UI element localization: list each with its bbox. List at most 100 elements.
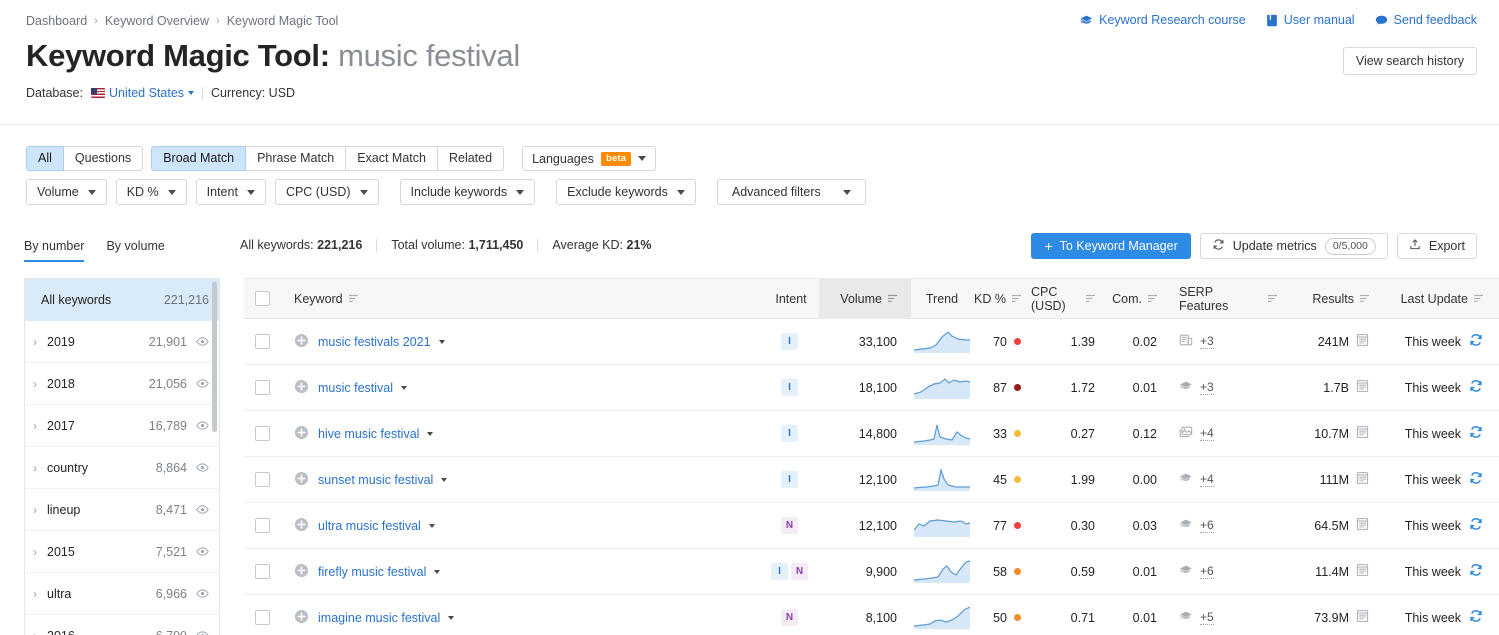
breadcrumb-item-dashboard[interactable]: Dashboard [26, 14, 87, 28]
languages-dropdown[interactable]: Languages beta [522, 146, 656, 171]
graduation-cap-icon[interactable] [1179, 563, 1193, 580]
serp-features-more[interactable]: +3 [1200, 380, 1214, 395]
serp-report-icon[interactable] [1356, 471, 1369, 488]
serp-report-icon[interactable] [1356, 333, 1369, 350]
keyword-link[interactable]: ultra music festival [318, 519, 421, 533]
sidebar-item-lineup[interactable]: › lineup 8,471 [25, 489, 219, 531]
row-checkbox[interactable] [255, 380, 270, 395]
breadcrumb-item-keyword-magic-tool[interactable]: Keyword Magic Tool [227, 14, 339, 28]
eye-icon[interactable] [196, 377, 209, 391]
column-header-keyword[interactable]: Keyword [280, 278, 763, 319]
user-manual-link[interactable]: User manual [1266, 13, 1355, 27]
filter-advanced[interactable]: Advanced filters [717, 179, 866, 205]
graduation-cap-icon[interactable] [1179, 471, 1193, 488]
intent-badge-I[interactable]: I [781, 471, 798, 488]
sidebar-tab-by-volume[interactable]: By volume [106, 239, 164, 262]
news-icon[interactable] [1179, 333, 1193, 350]
chevron-down-icon[interactable] [429, 524, 435, 528]
serp-report-icon[interactable] [1356, 517, 1369, 534]
row-checkbox[interactable] [255, 518, 270, 533]
serp-report-icon[interactable] [1356, 425, 1369, 442]
serp-features-more[interactable]: +5 [1200, 610, 1214, 625]
eye-icon[interactable] [196, 503, 209, 517]
refresh-icon[interactable] [1469, 517, 1483, 534]
eye-icon[interactable] [196, 545, 209, 559]
refresh-icon[interactable] [1469, 471, 1483, 488]
keyword-link[interactable]: firefly music festival [318, 565, 426, 579]
graduation-cap-icon[interactable] [1179, 379, 1193, 396]
refresh-icon[interactable] [1469, 333, 1483, 350]
row-checkbox[interactable] [255, 564, 270, 579]
column-header-serp-features[interactable]: SERP Features [1167, 278, 1277, 319]
tab-all[interactable]: All [26, 146, 64, 171]
refresh-icon[interactable] [1469, 609, 1483, 626]
send-feedback-link[interactable]: Send feedback [1375, 13, 1477, 27]
refresh-icon[interactable] [1469, 425, 1483, 442]
row-checkbox[interactable] [255, 426, 270, 441]
column-header-last-update[interactable]: Last Update [1381, 278, 1499, 319]
keyword-link[interactable]: imagine music festival [318, 611, 440, 625]
add-keyword-icon[interactable] [294, 425, 309, 443]
graduation-cap-icon[interactable] [1179, 517, 1193, 534]
keyword-link[interactable]: hive music festival [318, 427, 419, 441]
tab-exact-match[interactable]: Exact Match [345, 146, 438, 171]
intent-badge-I[interactable]: I [781, 425, 798, 442]
eye-icon[interactable] [196, 419, 209, 433]
add-keyword-icon[interactable] [294, 379, 309, 397]
refresh-icon[interactable] [1469, 379, 1483, 396]
tab-phrase-match[interactable]: Phrase Match [245, 146, 346, 171]
row-checkbox[interactable] [255, 472, 270, 487]
sidebar-item-2017[interactable]: › 2017 16,789 [25, 405, 219, 447]
sidebar-scrollbar[interactable] [212, 282, 217, 432]
keyword-link[interactable]: music festival [318, 381, 393, 395]
serp-features-more[interactable]: +6 [1200, 518, 1214, 533]
sidebar-tab-by-number[interactable]: By number [24, 239, 84, 262]
filter-cpc[interactable]: CPC (USD) [275, 179, 379, 205]
serp-features-more[interactable]: +4 [1200, 426, 1214, 441]
chevron-down-icon[interactable] [439, 340, 445, 344]
chevron-down-icon[interactable] [441, 478, 447, 482]
row-checkbox[interactable] [255, 610, 270, 625]
keyword-link[interactable]: music festivals 2021 [318, 335, 431, 349]
sidebar-item-ultra[interactable]: › ultra 6,966 [25, 573, 219, 615]
column-header-com[interactable]: Com. [1109, 278, 1167, 319]
serp-features-more[interactable]: +3 [1200, 334, 1214, 349]
serp-features-more[interactable]: +6 [1200, 564, 1214, 579]
chevron-down-icon[interactable] [401, 386, 407, 390]
sidebar-item-2015[interactable]: › 2015 7,521 [25, 531, 219, 573]
filter-include-keywords[interactable]: Include keywords [400, 179, 536, 205]
filter-volume[interactable]: Volume [26, 179, 107, 205]
intent-badge-N[interactable]: N [781, 517, 798, 534]
sidebar-item-country[interactable]: › country 8,864 [25, 447, 219, 489]
intent-badge-I[interactable]: I [771, 563, 788, 580]
serp-report-icon[interactable] [1356, 379, 1369, 396]
add-keyword-icon[interactable] [294, 333, 309, 351]
tab-related[interactable]: Related [437, 146, 504, 171]
to-keyword-manager-button[interactable]: + To Keyword Manager [1031, 233, 1190, 259]
intent-badge-I[interactable]: I [781, 379, 798, 396]
graduation-cap-icon[interactable] [1179, 609, 1193, 626]
serp-report-icon[interactable] [1356, 609, 1369, 626]
serp-features-more[interactable]: +4 [1200, 472, 1214, 487]
tab-broad-match[interactable]: Broad Match [151, 146, 246, 171]
breadcrumb-item-keyword-overview[interactable]: Keyword Overview [105, 14, 209, 28]
keyword-research-course-link[interactable]: Keyword Research course [1080, 13, 1246, 27]
sidebar-item-2016[interactable]: › 2016 6,799 [25, 615, 219, 635]
column-header-kd[interactable]: KD % [973, 278, 1031, 319]
database-country-selector[interactable]: United States [91, 86, 194, 100]
eye-icon[interactable] [196, 461, 209, 475]
sidebar-item-all-keywords[interactable]: All keywords 221,216 [25, 279, 219, 321]
view-search-history-button[interactable]: View search history [1343, 47, 1477, 75]
serp-report-icon[interactable] [1356, 563, 1369, 580]
sidebar-item-2018[interactable]: › 2018 21,056 [25, 363, 219, 405]
intent-badge-I[interactable]: I [781, 333, 798, 350]
column-header-volume[interactable]: Volume [819, 278, 911, 319]
tab-questions[interactable]: Questions [63, 146, 143, 171]
filter-exclude-keywords[interactable]: Exclude keywords [556, 179, 696, 205]
filter-intent[interactable]: Intent [196, 179, 266, 205]
column-header-cpc[interactable]: CPC (USD) [1031, 278, 1109, 319]
add-keyword-icon[interactable] [294, 517, 309, 535]
refresh-icon[interactable] [1469, 563, 1483, 580]
eye-icon[interactable] [196, 587, 209, 601]
chevron-down-icon[interactable] [427, 432, 433, 436]
